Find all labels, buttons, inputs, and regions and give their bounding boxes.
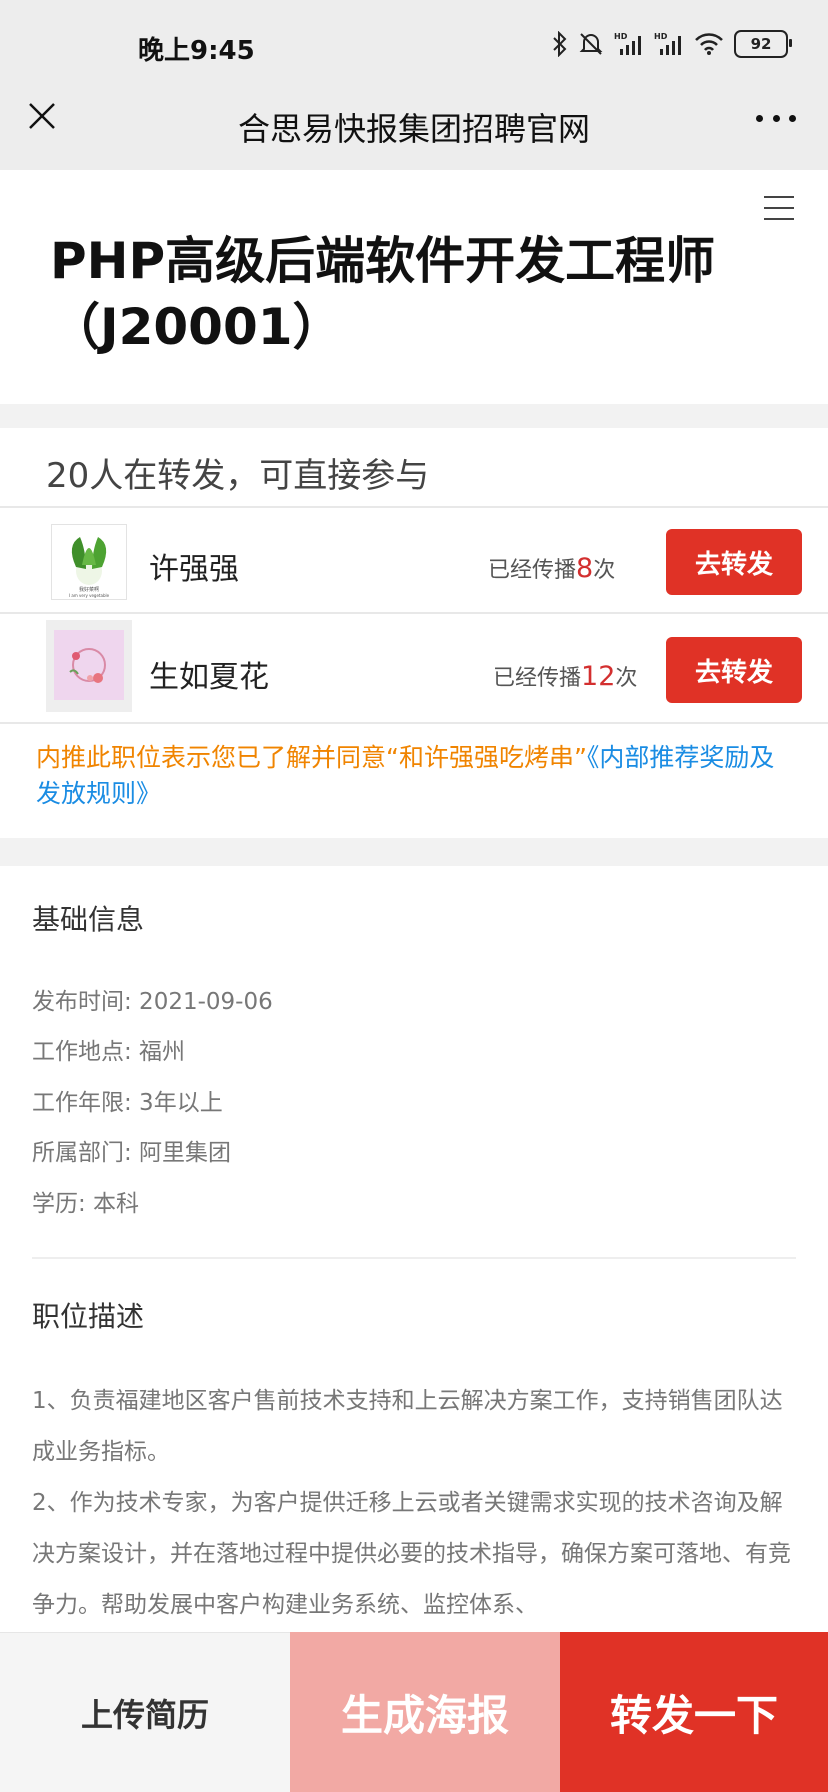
vegetable-avatar-icon: 我好菜啊 I am very vegetable xyxy=(52,525,126,599)
divider xyxy=(0,506,828,508)
section-gap xyxy=(0,404,828,428)
person-name: 许强强 xyxy=(149,552,239,587)
mute-bell-icon xyxy=(579,33,603,55)
description-title: 职位描述 xyxy=(32,1300,145,1333)
menu-icon[interactable] xyxy=(764,196,794,220)
person-name: 生如夏花 xyxy=(149,660,269,695)
basic-info-title: 基础信息 xyxy=(32,903,145,936)
battery-icon: 92 xyxy=(734,30,792,58)
bottom-action-bar: 上传简历 生成海报 转发一下 xyxy=(0,1632,828,1792)
forward-button[interactable]: 转发一下 xyxy=(560,1632,828,1792)
svg-text:HD: HD xyxy=(654,32,668,41)
bluetooth-icon xyxy=(553,31,567,57)
share-button[interactable]: 去转发 xyxy=(666,637,802,703)
info-publish-date: 发布时间: 2021-09-06 xyxy=(32,989,273,1015)
divider xyxy=(0,722,828,724)
divider xyxy=(0,612,828,614)
window-title: 合思易快报集团招聘官网 xyxy=(237,110,590,148)
spread-suffix: 次 xyxy=(593,558,616,583)
more-icon[interactable] xyxy=(756,108,796,128)
share-count: 20人在转发，可直接参与 xyxy=(46,456,430,496)
avatar-caption-en: I am very vegetable xyxy=(69,593,110,598)
spread-prefix: 已经传播 xyxy=(493,666,582,691)
job-title: PHP高级后端软件开发工程师（J20001） xyxy=(50,232,716,356)
info-location: 工作地点: 福州 xyxy=(32,1039,186,1065)
avatar: 我好菜啊 I am very vegetable xyxy=(51,524,127,600)
share-button[interactable]: 去转发 xyxy=(666,529,802,595)
upload-resume-button[interactable]: 上传简历 xyxy=(0,1632,290,1792)
info-education: 学历: 本科 xyxy=(32,1191,140,1217)
spread-count: 已经传播12次 xyxy=(493,660,637,692)
status-icons: HD HD 92 xyxy=(552,30,792,58)
notice-text: 内推此职位表示您已了解并同意“和许强强吃烤串” xyxy=(36,743,587,772)
wifi-icon xyxy=(695,33,723,55)
spread-number: 8 xyxy=(576,553,594,584)
info-department: 所属部门: 阿里集团 xyxy=(32,1140,232,1166)
info-experience: 工作年限: 3年以上 xyxy=(32,1090,223,1116)
spread-count: 已经传播8次 xyxy=(488,552,615,584)
svg-text:HD: HD xyxy=(614,32,628,41)
divider xyxy=(32,1257,796,1259)
spread-suffix: 次 xyxy=(615,666,638,691)
signal-hd-icon-2: HD xyxy=(654,32,681,55)
generate-poster-button[interactable]: 生成海报 xyxy=(290,1632,560,1792)
job-description: 1、负责福建地区客户售前技术支持和上云解决方案工作，支持销售团队达成业务指标。 … xyxy=(32,1388,791,1618)
flower-wreath-avatar-icon xyxy=(54,630,124,700)
status-time: 晚上9:45 xyxy=(138,36,255,66)
signal-hd-icon: HD xyxy=(614,32,641,55)
avatar-caption: 我好菜啊 xyxy=(79,586,99,593)
section-gap xyxy=(0,838,828,866)
spread-prefix: 已经传播 xyxy=(488,558,577,583)
referral-notice: 内推此职位表示您已了解并同意“和许强强吃烤串”《内部推荐奖励及发放规则》 xyxy=(36,740,796,812)
avatar xyxy=(46,620,132,712)
spread-number: 12 xyxy=(581,661,616,692)
